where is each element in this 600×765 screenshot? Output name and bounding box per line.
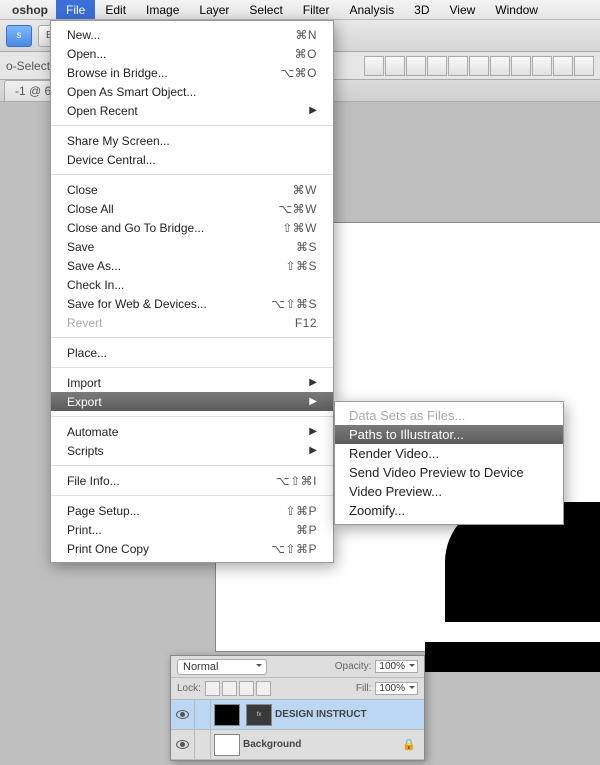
- opacity-input[interactable]: 100%: [375, 660, 418, 673]
- menubar-item-3d[interactable]: 3D: [404, 0, 439, 19]
- layer-thumbnail[interactable]: [214, 734, 240, 756]
- fill-label: Fill:: [356, 683, 372, 694]
- menu-item-close[interactable]: Close⌘W: [51, 180, 333, 199]
- menu-item-file-info[interactable]: File Info...⌥⇧⌘I: [51, 471, 333, 490]
- layer-effects-thumbnail[interactable]: fx: [246, 704, 272, 726]
- align-icon[interactable]: [364, 56, 384, 76]
- menu-item-share-my-screen[interactable]: Share My Screen...: [51, 131, 333, 150]
- lock-buttons: [205, 681, 271, 696]
- opacity-label: Opacity:: [335, 661, 372, 672]
- chevron-right-icon: ▶: [309, 396, 317, 407]
- menu-item-close-and-go-to-bridge[interactable]: Close and Go To Bridge...⇧⌘W: [51, 218, 333, 237]
- chevron-right-icon: ▶: [309, 445, 317, 456]
- align-icon[interactable]: [553, 56, 573, 76]
- align-icon[interactable]: [427, 56, 447, 76]
- chevron-right-icon: ▶: [309, 105, 317, 116]
- menu-item-export[interactable]: Export▶: [51, 392, 333, 411]
- align-icon[interactable]: [385, 56, 405, 76]
- menu-item-save-for-web-devices[interactable]: Save for Web & Devices...⌥⇧⌘S: [51, 294, 333, 313]
- menubar-item-file[interactable]: File: [56, 0, 95, 19]
- menu-item-open[interactable]: Open...⌘O: [51, 44, 333, 63]
- menubar-item-analysis[interactable]: Analysis: [339, 0, 404, 19]
- menubar-item-view[interactable]: View: [439, 0, 485, 19]
- link-cell[interactable]: [195, 700, 211, 729]
- file-menu: New...⌘NOpen...⌘OBrowse in Bridge...⌥⌘OO…: [50, 20, 334, 563]
- visibility-toggle[interactable]: [171, 730, 195, 759]
- lock-image-icon[interactable]: [222, 681, 237, 696]
- artwork-shape: [425, 642, 600, 672]
- lock-transparency-icon[interactable]: [205, 681, 220, 696]
- menu-item-open-as-smart-object[interactable]: Open As Smart Object...: [51, 82, 333, 101]
- align-icon[interactable]: [448, 56, 468, 76]
- menu-item-browse-in-bridge[interactable]: Browse in Bridge...⌥⌘O: [51, 63, 333, 82]
- layer-row[interactable]: Background 🔒: [171, 730, 424, 760]
- menu-item-device-central[interactable]: Device Central...: [51, 150, 333, 169]
- align-icon[interactable]: [406, 56, 426, 76]
- layer-thumbnail[interactable]: [214, 704, 240, 726]
- blend-mode-dropdown[interactable]: Normal: [177, 659, 267, 675]
- align-icon[interactable]: [574, 56, 594, 76]
- chevron-right-icon: ▶: [309, 377, 317, 388]
- menu-item-print-one-copy[interactable]: Print One Copy⌥⇧⌘P: [51, 539, 333, 558]
- menubar: oshop FileEditImageLayerSelectFilterAnal…: [0, 0, 600, 20]
- menu-item-close-all[interactable]: Close All⌥⌘W: [51, 199, 333, 218]
- menu-item-automate[interactable]: Automate▶: [51, 422, 333, 441]
- export-submenu: Data Sets as Files...Paths to Illustrato…: [334, 401, 564, 525]
- menu-item-print[interactable]: Print...⌘P: [51, 520, 333, 539]
- menu-item-save[interactable]: Save⌘S: [51, 237, 333, 256]
- menu-item-place[interactable]: Place...: [51, 343, 333, 362]
- submenu-item-render-video[interactable]: Render Video...: [335, 444, 563, 463]
- menubar-item-select[interactable]: Select: [239, 0, 292, 19]
- submenu-item-zoomify[interactable]: Zoomify...: [335, 501, 563, 520]
- link-cell[interactable]: [195, 730, 211, 759]
- app-name: oshop: [4, 3, 56, 17]
- eye-icon: [176, 740, 189, 749]
- ps-icon[interactable]: s: [6, 25, 32, 47]
- align-icon[interactable]: [532, 56, 552, 76]
- menubar-item-image[interactable]: Image: [136, 0, 189, 19]
- align-icon[interactable]: [469, 56, 489, 76]
- align-icon[interactable]: [511, 56, 531, 76]
- align-buttons: [364, 56, 594, 76]
- chevron-right-icon: ▶: [309, 426, 317, 437]
- align-icon[interactable]: [490, 56, 510, 76]
- lock-all-icon[interactable]: [256, 681, 271, 696]
- submenu-item-data-sets-as-files: Data Sets as Files...: [335, 406, 563, 425]
- menu-item-check-in[interactable]: Check In...: [51, 275, 333, 294]
- menu-item-revert: RevertF12: [51, 313, 333, 332]
- menubar-item-window[interactable]: Window: [485, 0, 548, 19]
- layer-name: DESIGN INSTRUCT: [275, 709, 367, 720]
- fill-input[interactable]: 100%: [375, 682, 418, 695]
- menu-item-open-recent[interactable]: Open Recent▶: [51, 101, 333, 120]
- auto-select-label: o-Select:: [6, 59, 53, 73]
- lock-label: Lock:: [177, 683, 201, 694]
- layer-name: Background: [243, 739, 301, 750]
- menubar-item-layer[interactable]: Layer: [189, 0, 239, 19]
- menubar-item-edit[interactable]: Edit: [95, 0, 136, 19]
- eye-icon: [176, 710, 189, 719]
- menu-item-scripts[interactable]: Scripts▶: [51, 441, 333, 460]
- lock-icon: 🔒: [402, 738, 416, 751]
- layer-row[interactable]: fxDESIGN INSTRUCT: [171, 700, 424, 730]
- menubar-item-filter[interactable]: Filter: [293, 0, 340, 19]
- lock-position-icon[interactable]: [239, 681, 254, 696]
- submenu-item-send-video-preview-to-device[interactable]: Send Video Preview to Device: [335, 463, 563, 482]
- submenu-item-video-preview[interactable]: Video Preview...: [335, 482, 563, 501]
- layers-panel: Normal Opacity: 100% Lock: Fill: 100% fx…: [170, 655, 425, 761]
- visibility-toggle[interactable]: [171, 700, 195, 729]
- menu-item-new[interactable]: New...⌘N: [51, 25, 333, 44]
- menu-item-page-setup[interactable]: Page Setup...⇧⌘P: [51, 501, 333, 520]
- submenu-item-paths-to-illustrator[interactable]: Paths to Illustrator...: [335, 425, 563, 444]
- menu-item-save-as[interactable]: Save As...⇧⌘S: [51, 256, 333, 275]
- menu-item-import[interactable]: Import▶: [51, 373, 333, 392]
